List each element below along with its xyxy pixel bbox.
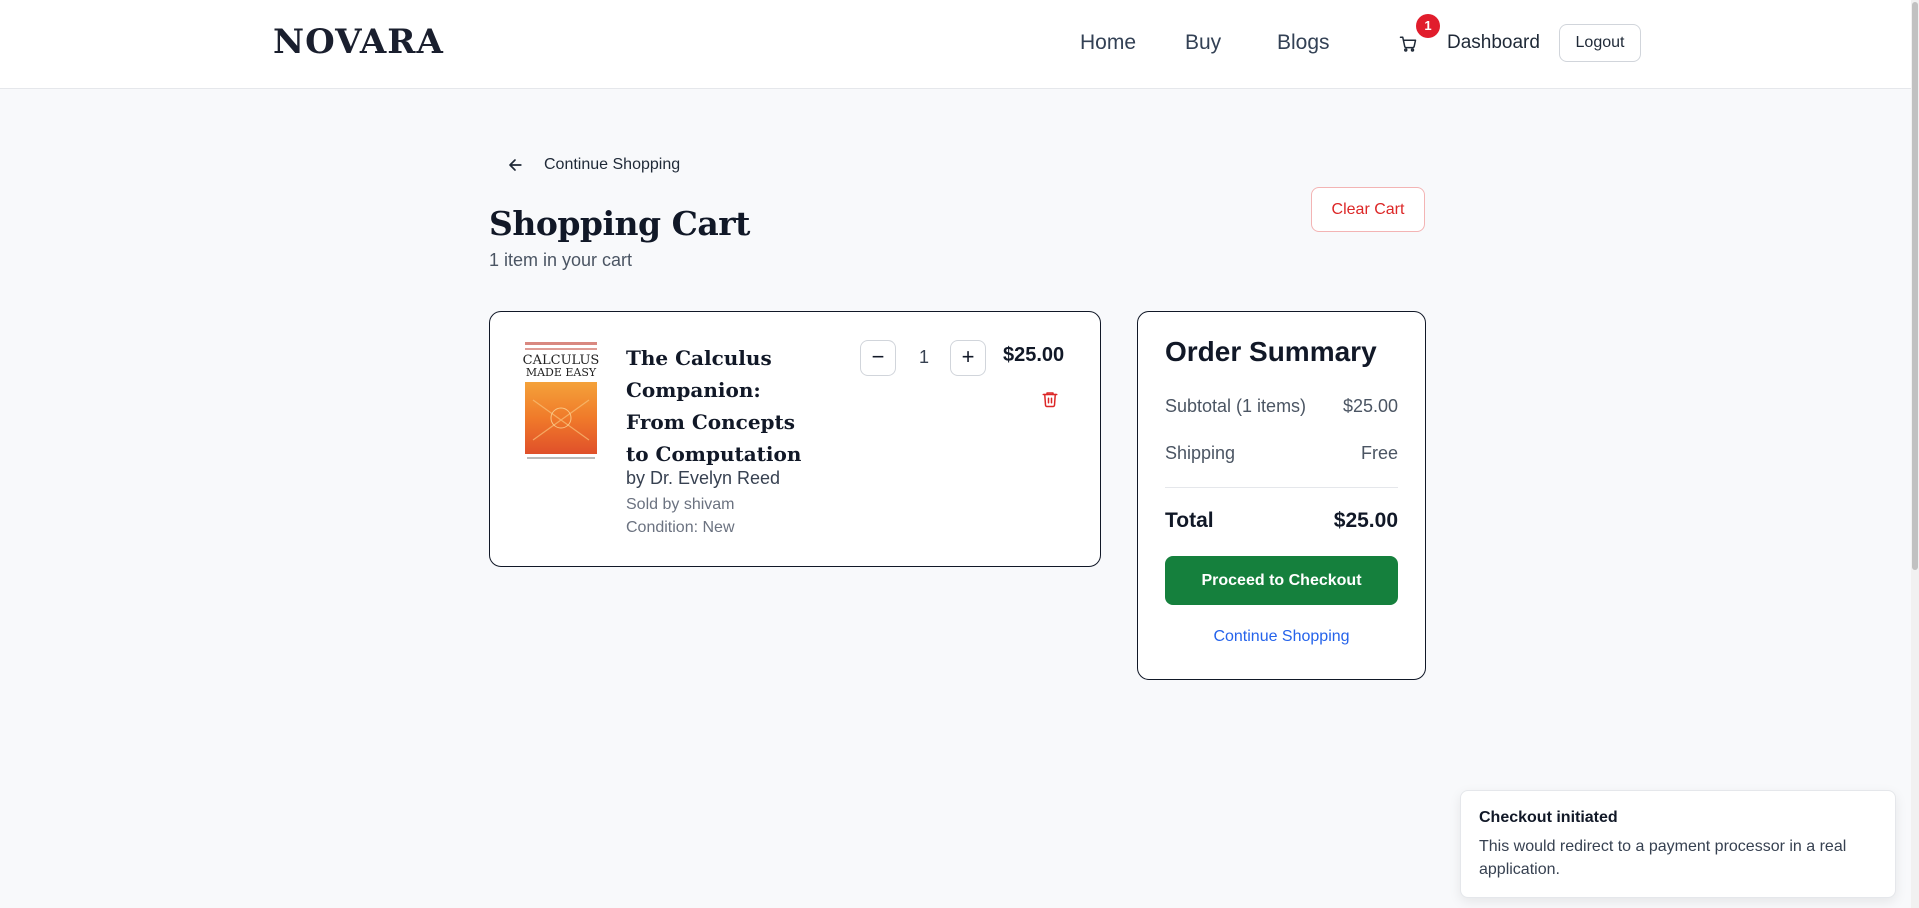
- item-price: $25.00: [1003, 344, 1065, 366]
- page-scrollbar-thumb[interactable]: [1912, 2, 1918, 570]
- order-summary-title: Order Summary: [1165, 336, 1377, 367]
- book-cover-image[interactable]: CALCULUS MADE EASY: [523, 340, 599, 464]
- cart-icon[interactable]: [1394, 30, 1422, 58]
- shipping-value: Free: [1360, 443, 1398, 463]
- shipping-row: Shipping Free: [1165, 443, 1398, 464]
- top-navbar: NOVARA Home Buy Blogs 1 Dashboard Logout: [0, 0, 1919, 89]
- book-seller: Sold by shivam: [626, 496, 735, 513]
- cart-item-count: 1 item in your cart: [489, 250, 633, 270]
- increase-quantity-button[interactable]: +: [950, 340, 986, 376]
- plus-icon: +: [961, 344, 975, 369]
- logo[interactable]: NOVARA: [273, 22, 444, 62]
- cart-count-badge: 1: [1416, 14, 1440, 38]
- continue-shopping-back-link[interactable]: Continue Shopping: [505, 153, 680, 177]
- toast-message: This would redirect to a payment process…: [1479, 838, 1847, 878]
- clear-cart-button[interactable]: Clear Cart: [1311, 187, 1425, 232]
- book-condition: Condition: New: [626, 519, 735, 536]
- minus-icon: −: [871, 344, 885, 369]
- back-link-label: Continue Shopping: [544, 156, 681, 173]
- trash-icon: [1042, 392, 1058, 408]
- toast-notification: Checkout initiated This would redirect t…: [1460, 790, 1896, 898]
- nav-home[interactable]: Home: [1080, 31, 1136, 55]
- summary-divider: [1165, 487, 1398, 488]
- decrease-quantity-button[interactable]: −: [860, 340, 896, 376]
- subtotal-row: Subtotal (1 items) $25.00: [1165, 396, 1398, 417]
- total-row: Total $25.00: [1165, 509, 1398, 533]
- total-value: $25.00: [1333, 509, 1398, 532]
- shipping-label: Shipping: [1165, 443, 1236, 463]
- dashboard-link[interactable]: Dashboard: [1447, 32, 1540, 54]
- page-title: Shopping Cart: [489, 204, 750, 243]
- continue-shopping-link[interactable]: Continue Shopping: [1165, 628, 1398, 646]
- arrow-left-icon: [509, 159, 522, 171]
- toast-title: Checkout initiated: [1479, 809, 1618, 826]
- subtotal-label: Subtotal (1 items): [1165, 396, 1307, 416]
- book-author: by Dr. Evelyn Reed: [626, 468, 781, 488]
- remove-item-button[interactable]: [1041, 390, 1061, 410]
- book-title[interactable]: The Calculus Companion: From Concepts to…: [626, 342, 816, 470]
- quantity-value: 1: [918, 347, 929, 367]
- subtotal-value: $25.00: [1342, 396, 1398, 416]
- svg-text:MADE EASY: MADE EASY: [526, 366, 597, 379]
- logout-button[interactable]: Logout: [1559, 24, 1641, 62]
- nav-blogs[interactable]: Blogs: [1277, 31, 1330, 55]
- total-label: Total: [1165, 509, 1214, 532]
- cart-item-card: CALCULUS MADE EASY The Calculus Companio…: [489, 311, 1101, 567]
- proceed-to-checkout-button[interactable]: Proceed to Checkout: [1165, 556, 1398, 605]
- order-summary-card: Order Summary Subtotal (1 items) $25.00 …: [1137, 311, 1426, 680]
- nav-buy[interactable]: Buy: [1185, 31, 1221, 55]
